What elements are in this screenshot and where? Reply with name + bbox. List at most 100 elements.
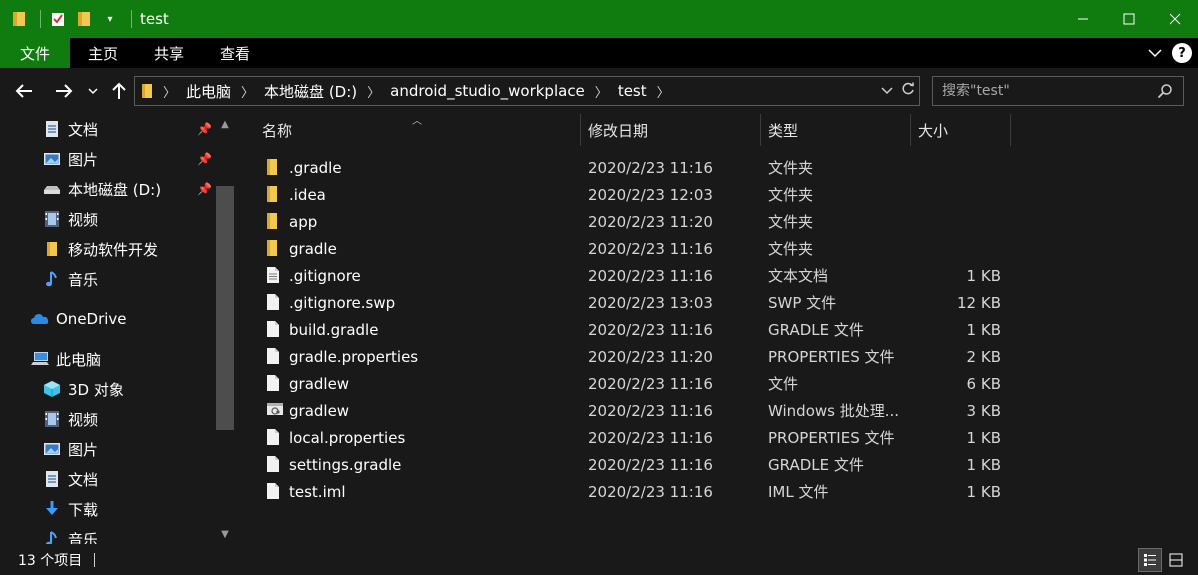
nav-item-pictures[interactable]: 图片 bbox=[42, 144, 98, 174]
nav-scrollbar[interactable]: ▲ ▼ bbox=[216, 114, 234, 544]
nav-item-documents-2[interactable]: 文档 bbox=[42, 464, 98, 494]
nav-item-music-2[interactable]: 音乐 bbox=[42, 524, 98, 544]
file-row[interactable]: app 2020/2/23 11:20 文件夹 bbox=[238, 208, 1198, 235]
nav-item-mobile-dev[interactable]: 移动软件开发 bbox=[42, 234, 158, 264]
forward-button[interactable] bbox=[52, 78, 76, 104]
file-row[interactable]: gradlew 2020/2/23 11:16 文件 6 KB bbox=[238, 370, 1198, 397]
this-pc-icon bbox=[30, 349, 50, 369]
nav-item-videos[interactable]: 视频 bbox=[42, 204, 98, 234]
folder-icon bbox=[266, 158, 282, 177]
file-row[interactable]: gradle 2020/2/23 11:16 文件夹 bbox=[238, 235, 1198, 262]
chevron-right-icon[interactable]: 〉 bbox=[241, 82, 254, 101]
file-row[interactable]: .idea 2020/2/23 12:03 文件夹 bbox=[238, 181, 1198, 208]
nav-label: OneDrive bbox=[56, 310, 127, 328]
pin-icon[interactable]: 📌 bbox=[197, 152, 212, 166]
details-view-button[interactable] bbox=[1138, 548, 1162, 572]
nav-label: 下载 bbox=[68, 500, 99, 519]
tab-file[interactable]: 文件 bbox=[0, 38, 70, 68]
address-history-button[interactable] bbox=[881, 83, 893, 99]
tab-share[interactable]: 共享 bbox=[136, 38, 202, 68]
file-modified: 2020/2/23 11:16 bbox=[588, 320, 713, 339]
file-row[interactable]: settings.gradle 2020/2/23 11:16 GRADLE 文件 1… bbox=[238, 451, 1198, 478]
chevron-right-icon[interactable]: 〉 bbox=[163, 82, 176, 101]
chevron-right-icon[interactable]: 〉 bbox=[367, 82, 380, 101]
breadcrumb-test[interactable]: test bbox=[618, 82, 647, 100]
scroll-up-icon[interactable]: ▲ bbox=[216, 116, 234, 132]
pin-icon[interactable]: 📌 bbox=[197, 182, 212, 196]
column-header-size[interactable]: 大小 bbox=[918, 114, 1010, 146]
large-icons-view-button[interactable] bbox=[1164, 548, 1188, 572]
column-divider[interactable] bbox=[760, 114, 761, 146]
column-divider[interactable] bbox=[1010, 114, 1011, 146]
search-box[interactable] bbox=[932, 76, 1184, 106]
nav-item-music[interactable]: 音乐 bbox=[42, 264, 98, 294]
file-modified: 2020/2/23 11:16 bbox=[588, 158, 713, 177]
file-row[interactable]: .gitignore.swp 2020/2/23 13:03 SWP 文件 12 KB bbox=[238, 289, 1198, 316]
file-row[interactable]: local.properties 2020/2/23 11:16 PROPERTIE… bbox=[238, 424, 1198, 451]
address-bar[interactable]: 〉 此电脑 〉 本地磁盘 (D:) 〉 android_studio_workp… bbox=[134, 76, 920, 106]
column-header-modified[interactable]: 修改日期 bbox=[588, 114, 760, 146]
nav-item-documents[interactable]: 文档 bbox=[42, 114, 98, 144]
file-size: 1 KB bbox=[966, 428, 1001, 447]
new-folder-icon[interactable] bbox=[73, 8, 95, 30]
downloads-icon bbox=[42, 499, 62, 519]
file-type: GRADLE 文件 bbox=[768, 456, 864, 474]
file-size: 1 KB bbox=[966, 266, 1001, 285]
properties-icon[interactable] bbox=[47, 8, 69, 30]
nav-item-videos-2[interactable]: 视频 bbox=[42, 404, 98, 434]
scroll-down-icon[interactable]: ▼ bbox=[216, 526, 234, 542]
column-divider[interactable] bbox=[910, 114, 911, 146]
tab-view[interactable]: 查看 bbox=[202, 38, 268, 68]
nav-item-drive-d[interactable]: 本地磁盘 (D:) bbox=[42, 174, 161, 204]
breadcrumb-workplace[interactable]: android_studio_workplace bbox=[390, 82, 585, 100]
refresh-button[interactable] bbox=[901, 82, 915, 100]
column-divider[interactable] bbox=[580, 114, 581, 146]
pin-icon[interactable]: 📌 bbox=[197, 122, 212, 136]
recent-locations-button[interactable] bbox=[86, 78, 100, 104]
file-modified: 2020/2/23 11:16 bbox=[588, 455, 713, 474]
nav-item-onedrive[interactable]: OneDrive bbox=[30, 304, 127, 334]
folder-icon bbox=[8, 8, 30, 30]
file-list: ︿ 名称 修改日期 类型 大小 .gradle 2020/2/23 11:16 文件… bbox=[238, 114, 1198, 544]
nav-item-this-pc[interactable]: 此电脑 bbox=[30, 344, 101, 374]
expand-ribbon-icon[interactable] bbox=[1148, 44, 1162, 62]
maximize-button[interactable] bbox=[1106, 0, 1152, 38]
file-icon bbox=[266, 455, 282, 474]
tab-home[interactable]: 主页 bbox=[70, 38, 136, 68]
file-size bbox=[910, 154, 1001, 181]
file-name: gradle.properties bbox=[289, 347, 419, 366]
breadcrumb-drive[interactable]: 本地磁盘 (D:) bbox=[264, 81, 357, 102]
file-row[interactable]: test.iml 2020/2/23 11:16 IML 文件 1 KB bbox=[238, 478, 1198, 505]
file-row[interactable]: .gitignore 2020/2/23 11:16 文本文档 1 KB bbox=[238, 262, 1198, 289]
file-row[interactable]: .gradle 2020/2/23 11:16 文件夹 bbox=[238, 154, 1198, 181]
file-modified: 2020/2/23 11:16 bbox=[588, 401, 713, 420]
customize-toolbar-icon[interactable]: ▾ bbox=[99, 8, 121, 30]
help-icon[interactable]: ? bbox=[1172, 43, 1192, 63]
breadcrumb-this-pc[interactable]: 此电脑 bbox=[186, 81, 231, 102]
chevron-right-icon[interactable]: 〉 bbox=[657, 82, 670, 101]
ribbon-tabs: 文件 主页 共享 查看 ? bbox=[0, 38, 1198, 68]
search-icon[interactable] bbox=[1157, 83, 1173, 103]
nav-item-pictures-2[interactable]: 图片 bbox=[42, 434, 98, 464]
minimize-button[interactable] bbox=[1060, 0, 1106, 38]
file-type: 文件夹 bbox=[768, 159, 814, 177]
file-row[interactable]: gradle.properties 2020/2/23 11:20 PROPERTI… bbox=[238, 343, 1198, 370]
back-button[interactable] bbox=[12, 78, 36, 104]
file-row[interactable]: gradlew 2020/2/23 11:16 Windows 批处理... 3 KB bbox=[238, 397, 1198, 424]
search-input[interactable] bbox=[942, 83, 1152, 99]
file-type: 文本文档 bbox=[768, 267, 829, 285]
scrollbar-thumb[interactable] bbox=[216, 186, 234, 430]
column-header-type[interactable]: 类型 bbox=[768, 114, 910, 146]
file-icon bbox=[266, 482, 282, 501]
file-type: PROPERTIES 文件 bbox=[768, 348, 895, 366]
file-name: app bbox=[289, 212, 318, 231]
column-header-name[interactable]: 名称 bbox=[262, 114, 580, 146]
nav-item-3d-objects[interactable]: 3D 对象 bbox=[42, 374, 124, 404]
file-size bbox=[910, 235, 1001, 262]
up-button[interactable] bbox=[108, 78, 130, 104]
chevron-right-icon[interactable]: 〉 bbox=[595, 82, 608, 101]
nav-item-downloads[interactable]: 下载 bbox=[42, 494, 98, 524]
file-row[interactable]: build.gradle 2020/2/23 11:16 GRADLE 文件 1 KB bbox=[238, 316, 1198, 343]
drive-icon bbox=[42, 179, 62, 199]
close-button[interactable] bbox=[1152, 0, 1198, 38]
